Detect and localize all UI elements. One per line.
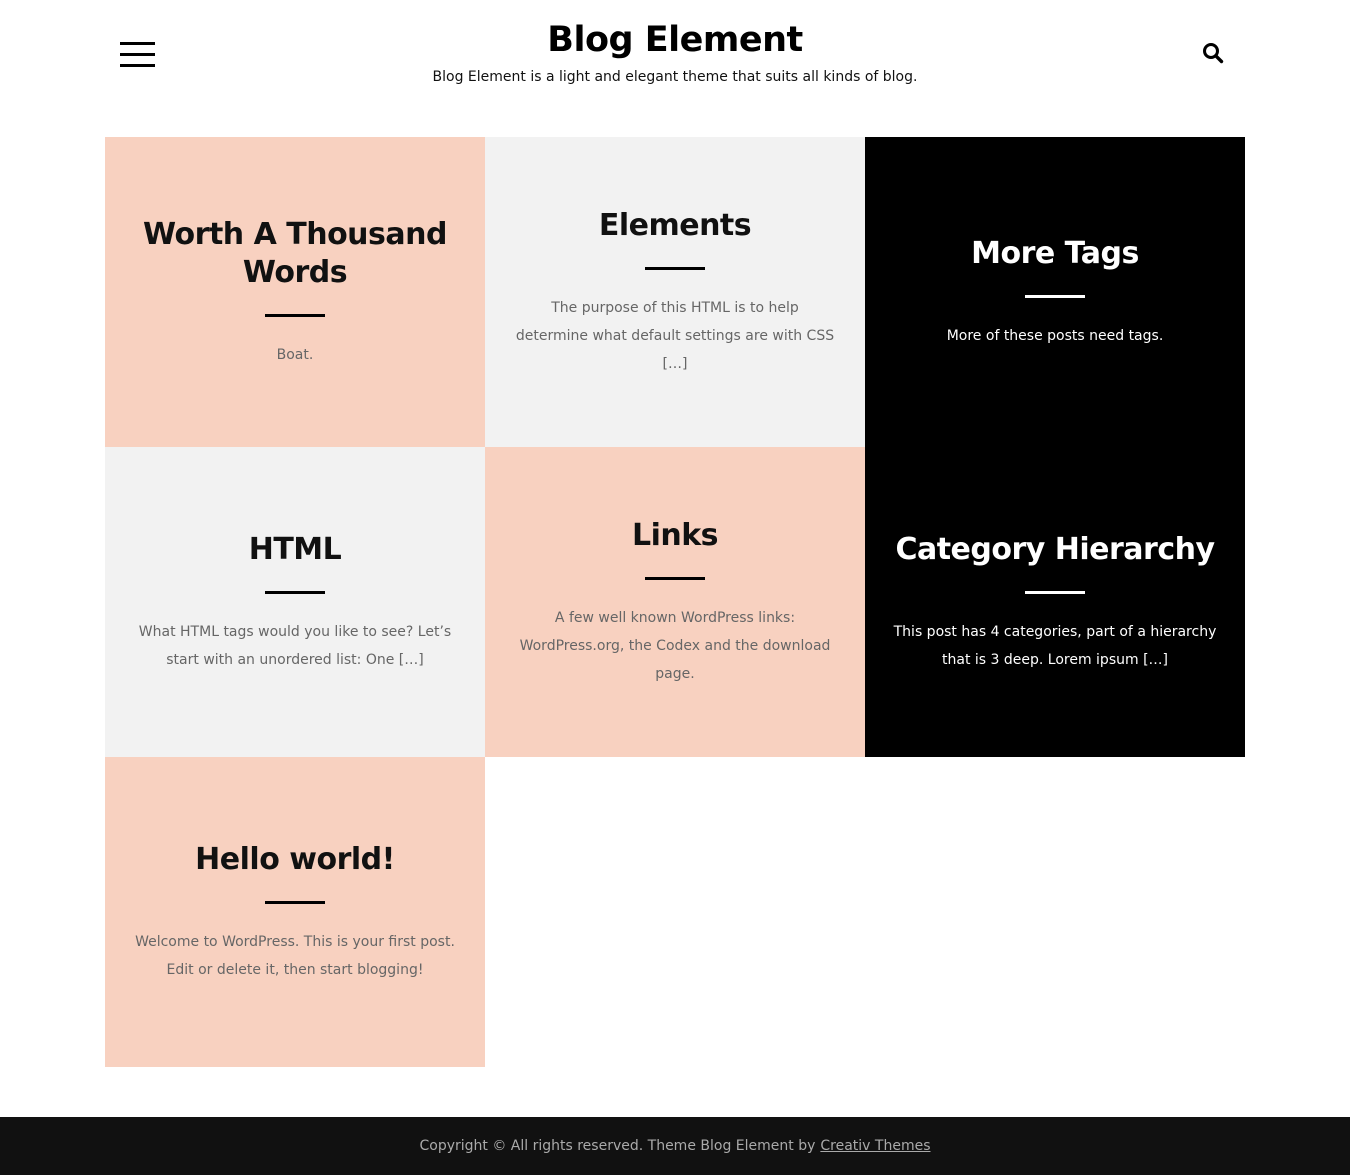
post-card[interactable]: Links A few well known WordPress links: … <box>485 447 865 757</box>
site-title[interactable]: Blog Element <box>0 20 1350 60</box>
footer-copyright: Copyright © All rights reserved. Theme B… <box>419 1138 816 1154</box>
post-excerpt: Welcome to WordPress. This is your first… <box>135 933 455 978</box>
title-divider <box>1025 590 1085 594</box>
title-divider <box>265 313 325 317</box>
posts-grid: Worth A Thousand Words Boat. Elements Th… <box>105 137 1245 1067</box>
post-title[interactable]: Hello world! <box>195 841 395 879</box>
footer-credit-link[interactable]: Creativ Themes <box>820 1138 930 1154</box>
post-excerpt: More of these posts need tags. <box>946 327 1164 344</box>
post-excerpt: Boat. <box>276 346 314 363</box>
post-card[interactable]: More Tags More of these posts need tags. <box>865 137 1245 447</box>
menu-line <box>120 64 155 67</box>
post-card[interactable]: Worth A Thousand Words Boat. <box>105 137 485 447</box>
post-title[interactable]: HTML <box>249 531 342 569</box>
title-divider <box>645 266 705 270</box>
title-divider <box>265 900 325 904</box>
post-title[interactable]: More Tags <box>971 235 1139 273</box>
post-excerpt: The purpose of this HTML is to help dete… <box>515 299 835 372</box>
post-title[interactable]: Elements <box>599 207 752 245</box>
title-divider <box>1025 294 1085 298</box>
site-description: Blog Element is a light and elegant them… <box>432 69 918 85</box>
site-header: Blog Element Blog Element is a light and… <box>0 0 1350 137</box>
post-excerpt: A few well known WordPress links: WordPr… <box>519 609 831 682</box>
post-title[interactable]: Category Hierarchy <box>895 531 1215 569</box>
title-divider <box>645 576 705 580</box>
post-excerpt: This post has 4 categories, part of a hi… <box>893 623 1217 668</box>
site-footer: Copyright © All rights reserved. Theme B… <box>0 1117 1350 1175</box>
post-card[interactable]: Elements The purpose of this HTML is to … <box>485 137 865 447</box>
post-title[interactable]: Worth A Thousand Words <box>133 216 457 292</box>
post-excerpt: What HTML tags would you like to see? Le… <box>138 623 452 668</box>
post-card[interactable]: HTML What HTML tags would you like to se… <box>105 447 485 757</box>
title-divider <box>265 590 325 594</box>
post-card[interactable]: Category Hierarchy This post has 4 categ… <box>865 447 1245 757</box>
search-icon[interactable] <box>1202 42 1224 64</box>
post-title[interactable]: Links <box>632 517 719 555</box>
post-card[interactable]: Hello world! Welcome to WordPress. This … <box>105 757 485 1067</box>
